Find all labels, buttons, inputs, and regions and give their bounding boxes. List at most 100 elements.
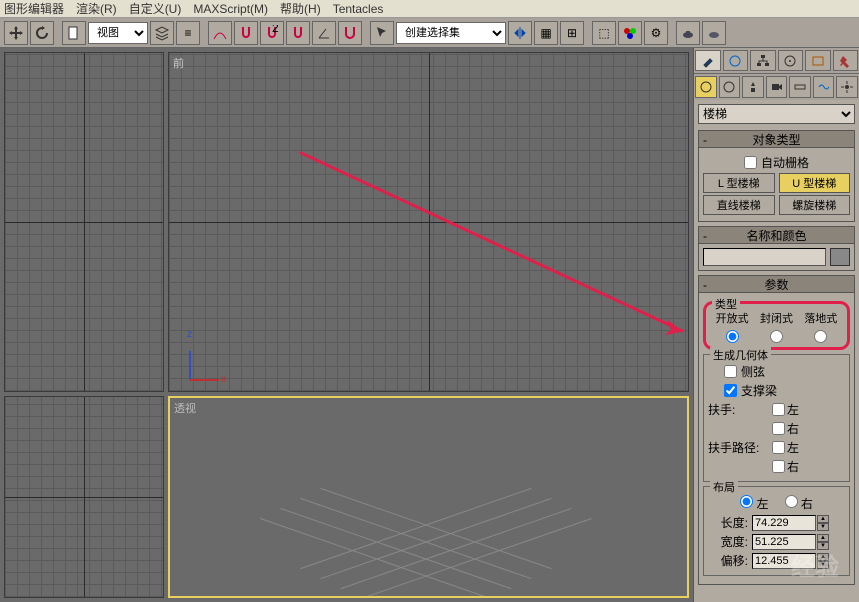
menu-item[interactable]: MAXScript(M) <box>193 2 268 16</box>
subtab-helpers-icon[interactable] <box>789 76 811 98</box>
type-closed-label: 封闭式 <box>754 310 798 326</box>
autogrid-checkbox[interactable] <box>744 156 757 169</box>
tab-modify-icon[interactable] <box>723 50 749 71</box>
type-closed-radio[interactable] <box>770 330 783 343</box>
schematic-icon[interactable]: ⬚ <box>592 21 616 45</box>
carriage-checkbox[interactable] <box>724 384 737 397</box>
width-spinner[interactable] <box>752 553 816 569</box>
curve-icon[interactable] <box>208 21 232 45</box>
viewport-front[interactable]: 前 zx <box>168 52 689 392</box>
spin-up-icon[interactable]: ▲ <box>817 553 829 561</box>
railpath-right-checkbox[interactable] <box>772 460 785 473</box>
tab-create-icon[interactable] <box>695 50 721 71</box>
viewport-bottom-left[interactable] <box>4 396 164 598</box>
named-selection[interactable]: 创建选择集 <box>396 22 506 44</box>
railpath-label: 扶手路径: <box>708 439 764 456</box>
menu-item[interactable]: Tentacles <box>333 2 384 16</box>
menu-bar: 图形编辑器 渲染(R) 自定义(U) MAXScript(M) 帮助(H) Te… <box>0 0 859 18</box>
layout-right-radio[interactable] <box>785 495 798 508</box>
new-icon[interactable] <box>62 21 86 45</box>
layout-group: 布局 左 右 长度:▲▼ 宽度:▲▼ 偏移:▲▼ <box>703 486 850 576</box>
carriage-label: 支撑梁 <box>741 382 777 399</box>
type-box-radio[interactable] <box>814 330 827 343</box>
create-subtabs <box>694 74 859 100</box>
category-dropdown[interactable]: 楼梯 <box>698 104 855 124</box>
railpath-left-checkbox[interactable] <box>772 441 785 454</box>
align-icon[interactable]: ▦ <box>534 21 558 45</box>
menu-item[interactable]: 图形编辑器 <box>4 0 64 17</box>
rollout-name-color[interactable]: -名称和颜色 <box>698 226 855 244</box>
subtab-systems-icon[interactable] <box>836 76 858 98</box>
rollout-object-type[interactable]: -对象类型 <box>698 130 855 148</box>
magnet-icon[interactable] <box>234 21 258 45</box>
u-stairs-button[interactable]: U 型楼梯 <box>779 173 851 193</box>
viewport-top-left[interactable] <box>4 52 164 392</box>
array-icon[interactable]: ⊞ <box>560 21 584 45</box>
type-group-label: 类型 <box>712 296 740 312</box>
render-setup-icon[interactable]: ⚙ <box>644 21 668 45</box>
type-box-label: 落地式 <box>799 310 843 326</box>
spin-down-icon[interactable]: ▼ <box>817 561 829 569</box>
handrail-right-checkbox[interactable] <box>772 422 785 435</box>
stringers-checkbox[interactable] <box>724 365 737 378</box>
subtab-lights-icon[interactable] <box>742 76 764 98</box>
handrail-left-checkbox[interactable] <box>772 403 785 416</box>
length2-spinner[interactable] <box>752 534 816 550</box>
quick-render-icon[interactable] <box>702 21 726 45</box>
subtab-shapes-icon[interactable] <box>719 76 741 98</box>
subtab-spacewarps-icon[interactable] <box>813 76 835 98</box>
select-icon[interactable] <box>370 21 394 45</box>
rotate-icon[interactable] <box>30 21 54 45</box>
magnet-3-icon[interactable] <box>286 21 310 45</box>
subtab-cameras-icon[interactable] <box>766 76 788 98</box>
spin-down-icon[interactable]: ▼ <box>817 542 829 550</box>
menu-item[interactable]: 帮助(H) <box>280 0 321 17</box>
teapot-icon[interactable] <box>676 21 700 45</box>
main-toolbar: 视图 ≡ 2 创建选择集 ▦ ⊞ ⬚ ⚙ <box>0 18 859 48</box>
material-icon[interactable] <box>618 21 642 45</box>
layout-left-radio[interactable] <box>740 495 753 508</box>
spin-up-icon[interactable]: ▲ <box>817 534 829 542</box>
select-move-icon[interactable] <box>4 21 28 45</box>
tab-display-icon[interactable] <box>805 50 831 71</box>
tab-motion-icon[interactable] <box>778 50 804 71</box>
subtab-geometry-icon[interactable] <box>695 76 717 98</box>
snap-icon[interactable] <box>338 21 362 45</box>
command-panel: 楼梯 -对象类型 自动栅格 L 型楼梯 U 型楼梯 直线楼梯 螺旋楼梯 -名称和… <box>693 48 859 602</box>
viewport-area: 前 zx 透视 <box>0 48 693 602</box>
spin-up-icon[interactable]: ▲ <box>817 515 829 523</box>
length2-label: 宽度: <box>708 533 748 550</box>
type-group: 类型 开放式 封闭式 落地式 <box>703 301 850 350</box>
autogrid-label: 自动栅格 <box>761 154 809 171</box>
object-name-input[interactable] <box>703 248 826 266</box>
spiral-stairs-button[interactable]: 螺旋楼梯 <box>779 195 851 215</box>
layer-manager-icon[interactable]: ≡ <box>176 21 200 45</box>
length1-label: 长度: <box>708 514 748 531</box>
angle-snap-icon[interactable] <box>312 21 336 45</box>
type-open-radio[interactable] <box>726 330 739 343</box>
viewport-label: 前 <box>173 55 184 71</box>
gengeo-label: 生成几何体 <box>710 347 771 363</box>
width-label: 偏移: <box>708 552 748 569</box>
l-stairs-button[interactable]: L 型楼梯 <box>703 173 775 193</box>
menu-item[interactable]: 渲染(R) <box>76 0 117 17</box>
view-select[interactable]: 视图 <box>88 22 148 44</box>
mirror-icon[interactable] <box>508 21 532 45</box>
object-color-swatch[interactable] <box>830 248 850 266</box>
gengeo-group: 生成几何体 侧弦 支撑梁 扶手:左 右 扶手路径:左 右 <box>703 354 850 482</box>
tab-utilities-icon[interactable] <box>833 50 859 71</box>
rollout-parameters[interactable]: -参数 <box>698 275 855 293</box>
menu-item[interactable]: 自定义(U) <box>129 0 182 17</box>
viewport-perspective[interactable]: 透视 <box>168 396 689 598</box>
layers-icon[interactable] <box>150 21 174 45</box>
spin-down-icon[interactable]: ▼ <box>817 523 829 531</box>
length1-spinner[interactable] <box>752 515 816 531</box>
handrail-label: 扶手: <box>708 401 764 418</box>
type-open-label: 开放式 <box>710 310 754 326</box>
axis-gizmo: zx <box>189 341 229 381</box>
stringers-label: 侧弦 <box>741 363 765 380</box>
straight-stairs-button[interactable]: 直线楼梯 <box>703 195 775 215</box>
magnet-2-icon[interactable]: 2 <box>260 21 284 45</box>
svg-text:2: 2 <box>272 25 279 35</box>
tab-hierarchy-icon[interactable] <box>750 50 776 71</box>
